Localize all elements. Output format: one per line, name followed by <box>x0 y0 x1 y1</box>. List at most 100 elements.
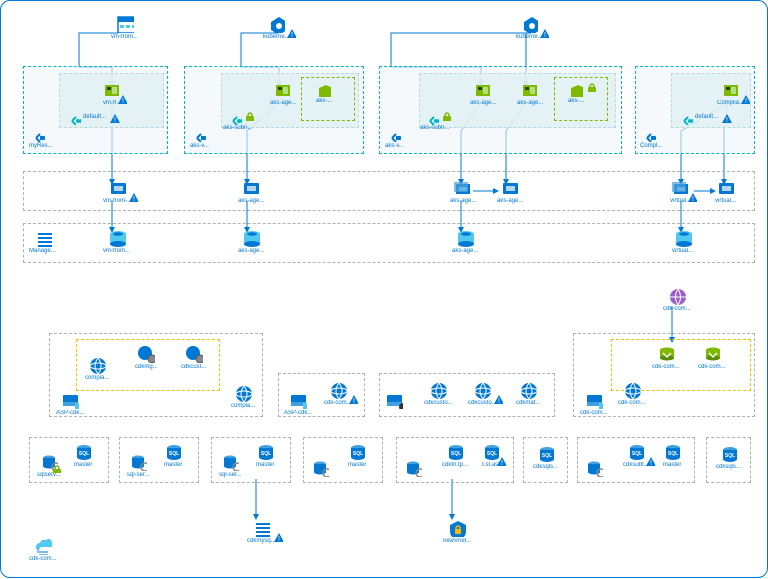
label: cdktn.tp... <box>442 462 468 468</box>
label: aks-age... <box>270 100 296 106</box>
label: newVnet... <box>443 538 471 544</box>
aks-pool-3[interactable]: aks-age... <box>517 81 543 106</box>
webapp-cdkmat[interactable]: cdkmat... <box>516 381 540 406</box>
label: cdksqls... <box>716 464 741 470</box>
label: master <box>74 462 92 468</box>
mysql-server[interactable]: cdkmysqo... <box>247 519 277 544</box>
vnet-icon-2 <box>192 128 206 142</box>
subnet-icon-1 <box>67 111 81 125</box>
webapp-cdkcusto-1[interactable]: cdkcusto... <box>424 381 453 406</box>
sqldb-1[interactable]: master <box>74 443 92 468</box>
label: sql-ser... <box>219 472 242 478</box>
subnet-icon-4 <box>679 111 693 125</box>
sqldb-3[interactable]: master <box>256 443 274 468</box>
lock-icon <box>441 110 452 121</box>
firewall-icon[interactable]: newVnet... <box>443 519 471 544</box>
managed-disk-group-icon: Managed... <box>29 229 59 254</box>
vmss-2[interactable]: aks-age... <box>238 179 264 204</box>
vmss-4[interactable]: aks-age... <box>497 179 523 204</box>
webapp-compla[interactable]: compla... <box>85 356 109 381</box>
vnet-icon-4 <box>642 128 656 142</box>
disk-1[interactable]: vm-from... <box>103 229 130 254</box>
label: aks-age... <box>497 198 523 204</box>
lock-icon <box>244 110 255 121</box>
aks-pool-1[interactable]: aks-age... <box>270 81 296 106</box>
nsg-1[interactable]: aks-... <box>316 83 332 104</box>
vmss-1[interactable]: vm-from-... <box>103 179 132 204</box>
label: virtual... <box>715 198 736 204</box>
sqldb-single-2[interactable]: cdksqls... <box>533 445 558 470</box>
vm-1[interactable]: vm-fr... <box>103 81 121 106</box>
label: aks-... <box>316 98 332 104</box>
subnet-icon-3 <box>425 111 439 125</box>
cache-2[interactable]: cdk-com... <box>698 345 726 370</box>
disk-4[interactable]: virtual... <box>672 229 693 254</box>
label: aks-age... <box>452 248 478 254</box>
sqlserver-4[interactable] <box>311 459 329 477</box>
label: cdk-com... <box>663 306 691 312</box>
asp-icon-4: cdk-com... <box>580 391 608 416</box>
sqlserver-5[interactable] <box>404 459 422 477</box>
vmss-group <box>23 171 755 211</box>
webapp-cdkcom-1[interactable]: cdk-com... <box>324 381 352 406</box>
sqldb-4[interactable]: master <box>348 443 366 468</box>
webjob-cdkmg[interactable]: cdkmg... <box>135 345 158 370</box>
vmss-6[interactable]: virtual... <box>715 179 736 204</box>
label: master <box>663 462 681 468</box>
label: master <box>348 462 366 468</box>
label: cdk-com... <box>652 364 680 370</box>
sqldb-6a[interactable]: cdksubf... <box>623 443 649 468</box>
vm-complia[interactable]: Complia... <box>717 81 744 106</box>
label: cdk-com... <box>580 410 608 416</box>
sqldb-6b[interactable]: master <box>663 443 681 468</box>
warning-icon <box>721 113 733 125</box>
subnet-label-3: aks-subn... <box>420 125 449 131</box>
app-service-environment[interactable]: cdk-com... <box>29 537 57 562</box>
vm-window-1[interactable]: vm-from... <box>111 15 138 40</box>
sqldb-2[interactable]: master <box>164 443 182 468</box>
nsg-2[interactable]: aks-... <box>568 83 584 104</box>
webapp-cdkcom-2[interactable]: cdk-com... <box>618 381 646 406</box>
sqlserver-6[interactable] <box>585 459 603 477</box>
label: master <box>164 462 182 468</box>
warning-icon <box>109 113 121 125</box>
label: compla... <box>231 403 255 409</box>
warning-icon <box>128 192 138 202</box>
label: cdkcusto... <box>424 400 453 406</box>
aks-node-2[interactable]: kuberne... <box>516 15 543 40</box>
warning-icon <box>496 456 506 466</box>
label: aks-age... <box>238 198 264 204</box>
vnet-label-2: aks-v... <box>190 143 209 149</box>
sqlserver-1[interactable]: sqlserv... <box>37 453 61 478</box>
warning-icon <box>348 394 358 404</box>
label: aks-age... <box>450 198 476 204</box>
sqldb-5b[interactable]: t.st.ast <box>482 443 500 468</box>
label: cdk-com... <box>618 400 646 406</box>
warning-icon <box>740 94 750 104</box>
traffic-manager[interactable]: cdk-com... <box>663 287 691 312</box>
webapp-compla-2[interactable]: compla... <box>231 384 255 409</box>
vmss-3[interactable]: aks-age... <box>450 179 476 204</box>
vmss-5[interactable]: virtual... <box>670 179 691 204</box>
aks-node-1[interactable]: kuberne... <box>263 15 290 40</box>
label: cdksqls... <box>533 464 558 470</box>
webjob-cdkcust[interactable]: cdkcust... <box>181 345 206 370</box>
aks-pool-2[interactable]: aks-age... <box>470 81 496 106</box>
label: sql-ser... <box>127 472 150 478</box>
disk-3[interactable]: aks-age... <box>452 229 478 254</box>
warning-icon <box>493 394 503 404</box>
lock-icon <box>586 81 597 92</box>
vnet-label-4: Compl... <box>640 143 662 149</box>
label: cdk-com... <box>29 556 57 562</box>
label: aks-age... <box>238 248 264 254</box>
disk-2[interactable]: aks-age... <box>238 229 264 254</box>
webapp-cdkcusto-2[interactable]: cdkcusto... <box>468 381 497 406</box>
cache-1[interactable]: cdk-com... <box>652 345 680 370</box>
warning-icon <box>645 456 655 466</box>
sqlserver-3[interactable]: sql-ser... <box>219 453 242 478</box>
sqldb-5a[interactable]: cdktn.tp... <box>442 443 468 468</box>
label: cdkmg... <box>135 364 158 370</box>
sqldb-single-1[interactable]: cdksqls... <box>716 445 741 470</box>
subnet-label-1: default... <box>83 114 106 120</box>
sqlserver-2[interactable]: sql-ser... <box>127 453 150 478</box>
